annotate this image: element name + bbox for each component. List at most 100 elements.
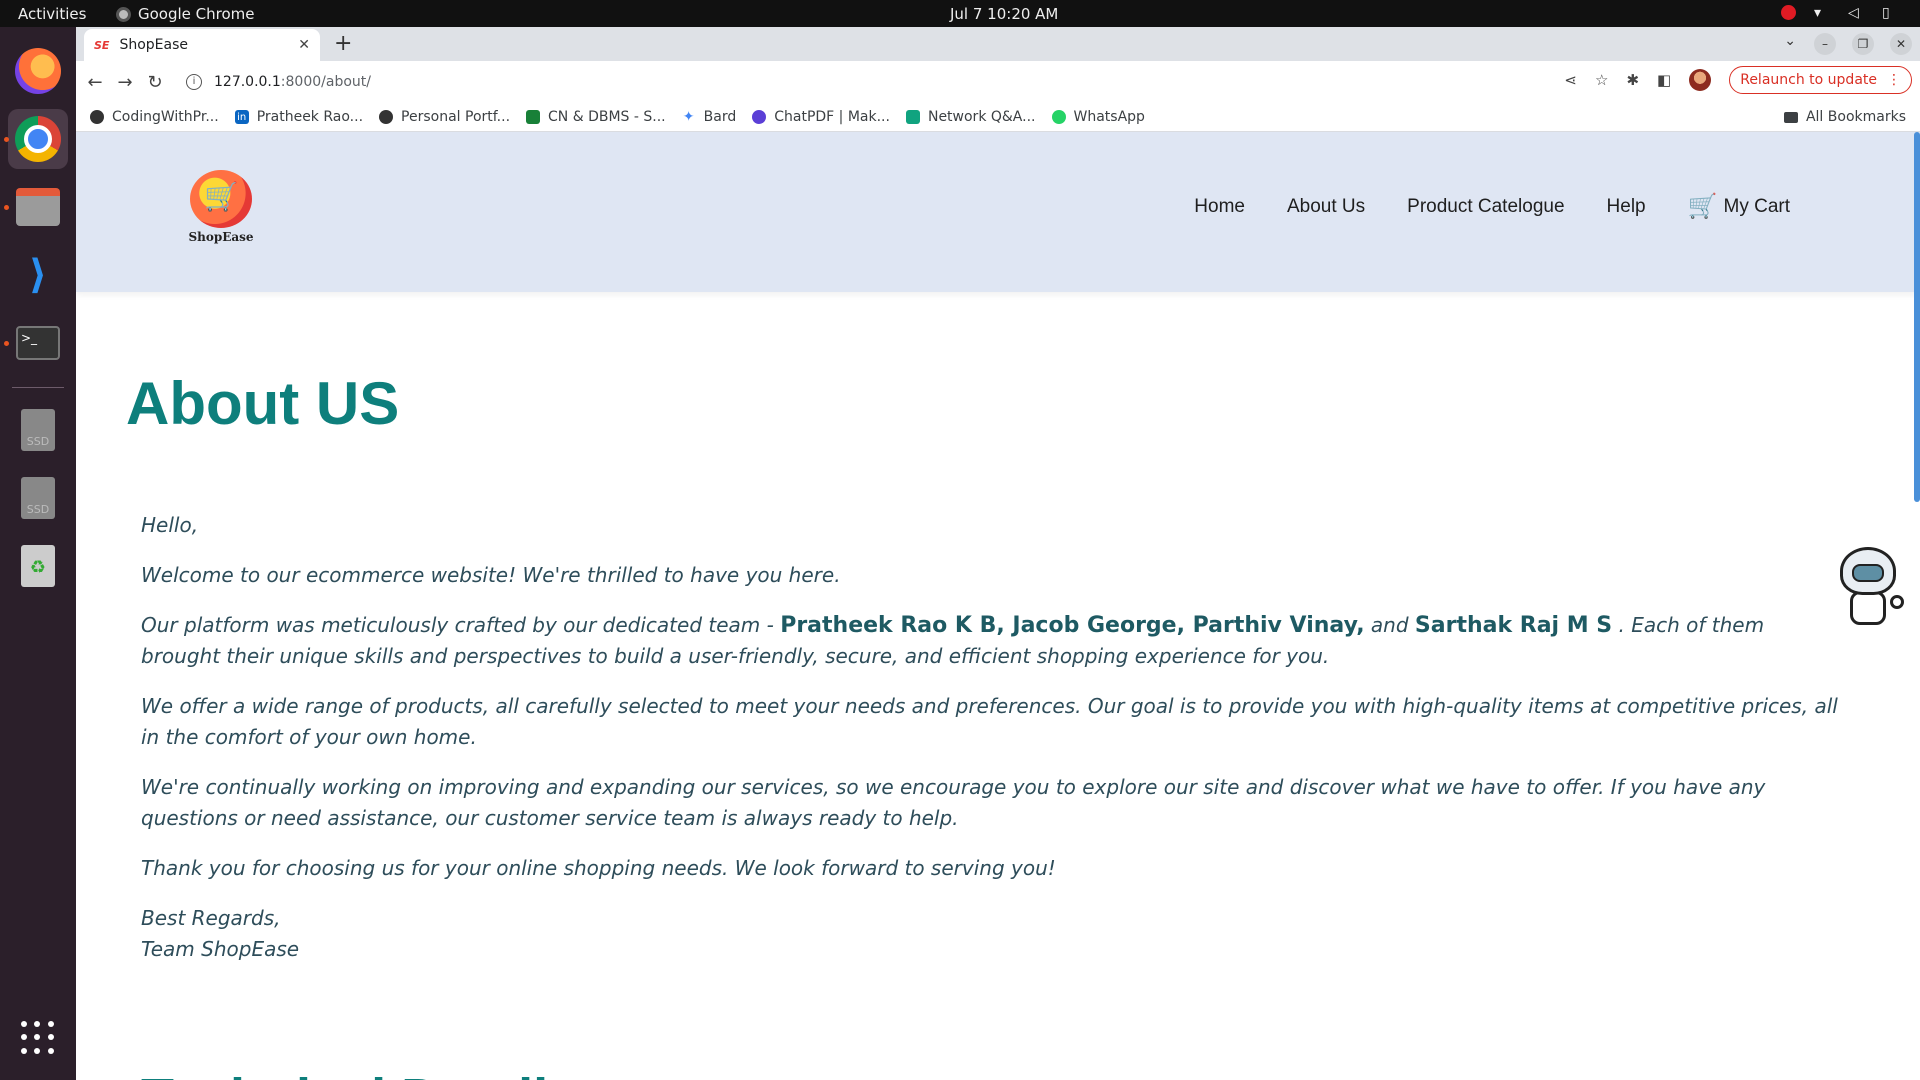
running-indicator — [4, 341, 9, 346]
address-bar[interactable]: i 127.0.0.1:8000/about/ — [186, 66, 1576, 98]
bookmark-item[interactable]: ChatPDF | Mak... — [752, 109, 890, 125]
do-not-disturb-icon — [1781, 5, 1796, 20]
running-indicator — [4, 137, 9, 142]
chatpdf-icon — [752, 110, 767, 124]
tab-search-icon[interactable]: ⌄ — [1784, 33, 1796, 49]
nav-catalogue[interactable]: Product Catelogue — [1407, 196, 1564, 218]
dock-terminal[interactable]: >_ — [8, 313, 68, 373]
chrome-icon — [15, 116, 61, 162]
clock[interactable]: Jul 7 10:20 AM — [950, 5, 1058, 23]
chatbot-robot-icon[interactable] — [1834, 547, 1904, 629]
browser-toolbar: ← → ↻ i 127.0.0.1:8000/about/ ⋖ ☆ ✱ ◧ Re… — [76, 61, 1920, 103]
nav-help[interactable]: Help — [1607, 196, 1646, 218]
side-panel-icon[interactable]: ◧ — [1657, 71, 1671, 89]
dock-files[interactable] — [8, 177, 68, 237]
bookmark-item[interactable]: Network Q&A... — [905, 109, 1036, 125]
bookmark-label: ChatPDF | Mak... — [774, 109, 890, 125]
bookmark-label: Pratheek Rao... — [256, 109, 364, 125]
team-and: and — [1364, 613, 1415, 637]
dock-trash[interactable]: ♻ — [8, 536, 68, 596]
nav-cart[interactable]: 🛒 My Cart — [1688, 192, 1790, 221]
share-icon[interactable]: ⋖ — [1564, 71, 1577, 89]
dock-chrome[interactable] — [8, 109, 68, 169]
bookmark-item[interactable]: in Pratheek Rao... — [234, 109, 364, 125]
bookmark-item[interactable]: WhatsApp — [1051, 109, 1145, 125]
bookmark-label: CodingWithPr... — [112, 109, 219, 125]
bookmark-item[interactable]: CodingWithPr... — [90, 109, 219, 125]
firefox-icon — [15, 48, 61, 94]
nav-home[interactable]: Home — [1194, 196, 1245, 218]
classroom-icon — [526, 110, 541, 124]
robot-arm — [1890, 595, 1904, 609]
bookmark-label: Bard — [703, 109, 737, 125]
dock-ssd-1[interactable]: SSD — [8, 400, 68, 460]
new-tab-button[interactable]: + — [334, 31, 352, 56]
team-intro: Our platform was meticulously crafted by… — [141, 613, 781, 637]
vscode-icon: ⟩ — [28, 252, 48, 298]
forward-button[interactable]: → — [110, 72, 140, 93]
restore-button[interactable]: ❐ — [1852, 33, 1874, 55]
team-paragraph: Our platform was meticulously crafted by… — [141, 610, 1841, 672]
team-name-last: Sarthak Raj M S — [1414, 613, 1613, 638]
bookmark-star-icon[interactable]: ☆ — [1595, 71, 1608, 89]
profile-avatar[interactable] — [1689, 69, 1712, 91]
robot-body — [1850, 591, 1886, 625]
menu-kebab-icon: ⋮ — [1887, 72, 1901, 88]
relaunch-button[interactable]: Relaunch to update ⋮ — [1729, 66, 1912, 94]
site-header: ShopEase Home About Us Product Catelogue… — [76, 132, 1920, 292]
browser-window: SE ShopEase ✕ + ⌄ – ❐ ✕ ← → ↻ i 127.0.0.… — [76, 27, 1920, 1080]
chatgpt-icon — [905, 110, 920, 124]
back-button[interactable]: ← — [80, 72, 110, 93]
app-grid-icon — [21, 1021, 55, 1055]
regards: Best Regards, — [141, 906, 281, 930]
os-top-bar: Activities Google Chrome Jul 7 10:20 AM … — [0, 0, 1920, 27]
whatsapp-icon — [1051, 110, 1066, 124]
close-tab-icon[interactable]: ✕ — [298, 37, 310, 53]
url-path: :8000/about/ — [280, 74, 371, 90]
chrome-icon — [116, 6, 131, 22]
tab-shopease[interactable]: SE ShopEase ✕ — [84, 29, 320, 61]
files-icon — [16, 188, 60, 226]
ssd-drive-icon: SSD — [21, 477, 55, 519]
ssd-drive-icon: SSD — [21, 409, 55, 451]
url-host: 127.0.0.1 — [214, 74, 281, 90]
page-scrollbar[interactable] — [1914, 132, 1920, 502]
thanks-text: Thank you for choosing us for your onlin… — [141, 856, 1056, 880]
all-bookmarks-button[interactable]: All Bookmarks — [1783, 109, 1906, 125]
system-tray[interactable]: ▾ ◁ ▯ — [1781, 5, 1898, 20]
dock-show-apps[interactable] — [8, 1008, 68, 1068]
bookmarks-bar: CodingWithPr... in Pratheek Rao... Person… — [76, 103, 1920, 132]
activities-button[interactable]: Activities — [18, 5, 86, 23]
site-info-icon[interactable]: i — [186, 74, 202, 90]
app-menu[interactable]: Google Chrome — [116, 5, 255, 23]
bookmark-item[interactable]: CN & DBMS - S... — [526, 109, 666, 125]
dock-ssd-2[interactable]: SSD — [8, 468, 68, 528]
robot-visor — [1852, 564, 1884, 582]
dock-firefox[interactable] — [8, 41, 68, 101]
bard-sparkle-icon: ✦ — [682, 109, 695, 125]
dock-vscode[interactable]: ⟩ — [8, 245, 68, 305]
about-content: Hello, Welcome to our ecommerce website!… — [141, 510, 1841, 984]
tab-title: ShopEase — [119, 37, 188, 53]
bookmark-item[interactable]: ✦ Bard — [682, 109, 737, 125]
nav-about[interactable]: About Us — [1287, 196, 1365, 218]
bookmark-label: Network Q&A... — [927, 109, 1036, 125]
tab-strip: SE ShopEase ✕ + ⌄ – ❐ ✕ — [76, 27, 1920, 61]
github-icon — [90, 110, 104, 124]
terminal-icon: >_ — [16, 326, 60, 360]
minimize-button[interactable]: – — [1814, 33, 1836, 55]
battery-icon: ▯ — [1882, 4, 1890, 21]
bookmark-label: Personal Portf... — [401, 109, 511, 125]
signoff: Best Regards, Team ShopEase — [141, 903, 1841, 965]
site-logo[interactable]: ShopEase — [188, 170, 254, 244]
window-controls: – ❐ ✕ — [1814, 33, 1912, 55]
trash-icon: ♻ — [21, 545, 55, 587]
site-nav: Home About Us Product Catelogue Help 🛒 M… — [1194, 192, 1790, 221]
reload-button[interactable]: ↻ — [140, 72, 170, 93]
extensions-icon[interactable]: ✱ — [1626, 71, 1639, 89]
bookmark-item[interactable]: Personal Portf... — [379, 109, 510, 125]
close-window-button[interactable]: ✕ — [1890, 33, 1912, 55]
welcome-text: Welcome to our ecommerce website! We're … — [141, 563, 841, 587]
running-indicator — [4, 205, 9, 210]
shopease-favicon: SE — [94, 38, 110, 52]
